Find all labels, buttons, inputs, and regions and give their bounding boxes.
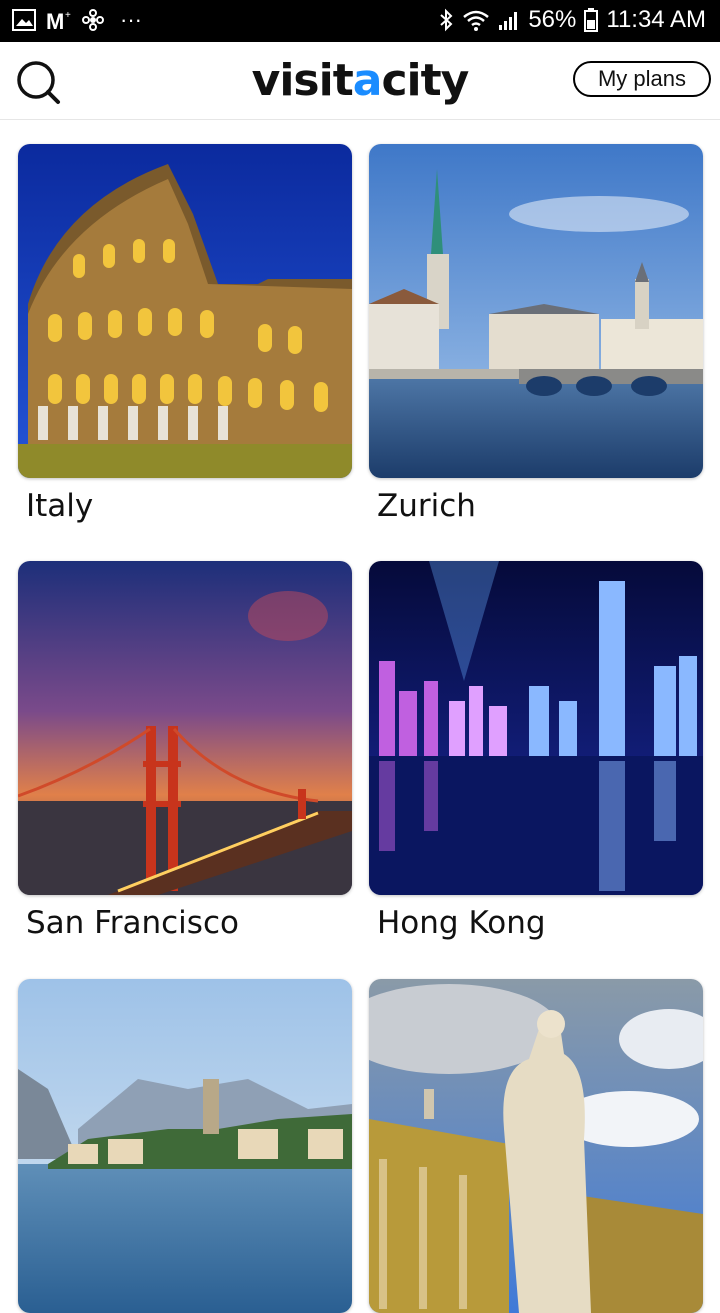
- status-right-icons: 56% 11:34 AM: [438, 6, 706, 34]
- destination-card-zurich[interactable]: Zurich: [369, 144, 703, 524]
- destination-card-hong-kong[interactable]: Hong Kong: [369, 561, 703, 941]
- destination-name: San Francisco: [26, 905, 239, 941]
- lake-town-image: [18, 979, 352, 1313]
- destination-card-lake-town[interactable]: [18, 979, 352, 1313]
- app-notification-icon: [82, 9, 104, 31]
- my-plans-button[interactable]: My plans: [573, 61, 711, 97]
- logo-text-accent: a: [352, 55, 383, 106]
- hong-kong-skyline-image: [369, 561, 703, 895]
- signal-icon: [498, 9, 520, 31]
- destination-name: Zurich: [377, 488, 476, 524]
- wifi-icon: [462, 8, 490, 32]
- italy-colosseum-image: [18, 144, 352, 478]
- destination-card-statue[interactable]: [369, 979, 703, 1313]
- battery-icon: [584, 8, 599, 32]
- destination-name: Hong Kong: [377, 905, 546, 941]
- clock: 11:34 AM: [606, 6, 706, 33]
- svg-text:+: +: [65, 10, 71, 21]
- bluetooth-icon: [438, 8, 454, 32]
- svg-text:M: M: [46, 9, 64, 31]
- status-bar: M + ··· 56% 11:34 AM: [0, 0, 720, 42]
- gallery-notification-icon: [12, 9, 36, 31]
- app-header: visitacity My plans: [0, 42, 720, 120]
- zurich-image: [369, 144, 703, 478]
- destination-name: Italy: [26, 488, 94, 524]
- statue-image: [369, 979, 703, 1313]
- gmail-notification-icon: M +: [46, 9, 72, 31]
- san-francisco-bridge-image: [18, 561, 352, 895]
- more-notifications-icon: ···: [120, 7, 142, 32]
- destination-card-italy[interactable]: Italy: [18, 144, 352, 524]
- battery-percent: 56%: [528, 6, 577, 33]
- logo-text-city: city: [381, 55, 469, 106]
- logo-text-visit: visit: [251, 55, 354, 106]
- destination-card-san-francisco[interactable]: San Francisco: [18, 561, 352, 941]
- status-left-icons: M + ···: [12, 7, 142, 33]
